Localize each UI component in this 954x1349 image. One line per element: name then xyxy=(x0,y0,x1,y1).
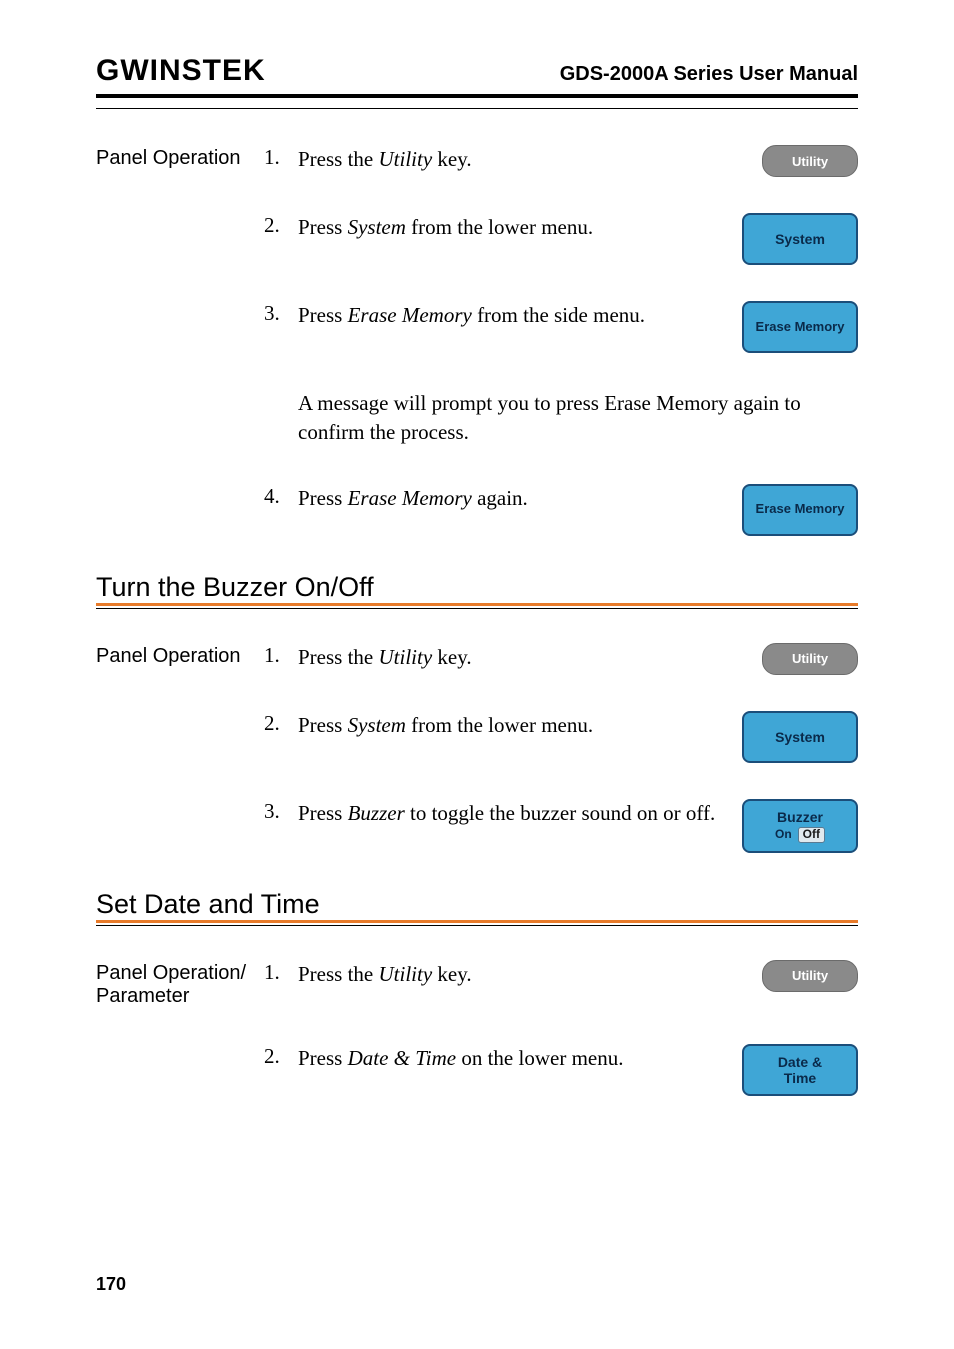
utility-key-button: Utility xyxy=(762,643,858,675)
step-text: Press Erase Memory from the side menu. xyxy=(298,301,734,330)
system-menu-button: System xyxy=(742,711,858,763)
step-row: 3. Press Erase Memory from the side menu… xyxy=(96,301,858,353)
step-row: Panel Operation 1. Press the Utility key… xyxy=(96,145,858,177)
step-number: 3. xyxy=(264,799,298,824)
note-text: A message will prompt you to press Erase… xyxy=(264,389,858,448)
section-erase-memory: Panel Operation 1. Press the Utility key… xyxy=(96,145,858,536)
step-text: Press System from the lower menu. xyxy=(298,213,734,242)
section-heading-datetime: Set Date and Time xyxy=(96,889,858,920)
row-label: Panel Operation/ Parameter xyxy=(96,960,264,1008)
section-datetime: Panel Operation/ Parameter 1. Press the … xyxy=(96,960,858,1096)
step-number: 1. xyxy=(264,643,298,668)
step-number: 2. xyxy=(264,711,298,736)
step-row: 2. Press Date & Time on the lower menu. … xyxy=(96,1044,858,1096)
step-row: Panel Operation/ Parameter 1. Press the … xyxy=(96,960,858,1008)
utility-key-button: Utility xyxy=(762,145,858,177)
heading-rule xyxy=(96,603,858,609)
step-text: Press the Utility key. xyxy=(298,145,734,174)
note-row: A message will prompt you to press Erase… xyxy=(96,389,858,448)
step-row: 2. Press System from the lower menu. Sys… xyxy=(96,213,858,265)
step-text: Press Erase Memory again. xyxy=(298,484,734,513)
buzzer-label: Buzzer xyxy=(777,809,823,825)
buzzer-off-option: Off xyxy=(798,827,825,843)
page-header: GWINSTEK GDS-2000A Series User Manual xyxy=(96,54,858,98)
section-heading-buzzer: Turn the Buzzer On/Off xyxy=(96,572,858,603)
row-label: Panel Operation xyxy=(96,145,264,170)
step-number: 1. xyxy=(264,145,298,170)
step-number: 3. xyxy=(264,301,298,326)
utility-key-button: Utility xyxy=(762,960,858,992)
section-buzzer: Panel Operation 1. Press the Utility key… xyxy=(96,643,858,853)
step-text: Press the Utility key. xyxy=(298,643,734,672)
step-text: Press the Utility key. xyxy=(298,960,734,989)
step-text: Press Buzzer to toggle the buzzer sound … xyxy=(298,799,734,828)
heading-rule xyxy=(96,920,858,926)
buzzer-on-option: On xyxy=(775,828,792,842)
brand-logo: GWINSTEK xyxy=(96,54,266,88)
step-number: 1. xyxy=(264,960,298,985)
system-menu-button: System xyxy=(742,213,858,265)
page-number: 170 xyxy=(96,1274,126,1295)
step-row: 4. Press Erase Memory again. Erase Memor… xyxy=(96,484,858,536)
step-number: 4. xyxy=(264,484,298,509)
date-time-button: Date & Time xyxy=(742,1044,858,1096)
buzzer-toggle-button: Buzzer On Off xyxy=(742,799,858,853)
step-row: 3. Press Buzzer to toggle the buzzer sou… xyxy=(96,799,858,853)
document-title: GDS-2000A Series User Manual xyxy=(560,63,858,86)
step-number: 2. xyxy=(264,213,298,238)
step-text: Press System from the lower menu. xyxy=(298,711,734,740)
step-text: Press Date & Time on the lower menu. xyxy=(298,1044,734,1073)
step-row: Panel Operation 1. Press the Utility key… xyxy=(96,643,858,675)
step-number: 2. xyxy=(264,1044,298,1069)
row-label: Panel Operation xyxy=(96,643,264,668)
step-row: 2. Press System from the lower menu. Sys… xyxy=(96,711,858,763)
erase-memory-button: Erase Memory xyxy=(742,484,858,536)
header-rule xyxy=(96,108,858,109)
erase-memory-button: Erase Memory xyxy=(742,301,858,353)
